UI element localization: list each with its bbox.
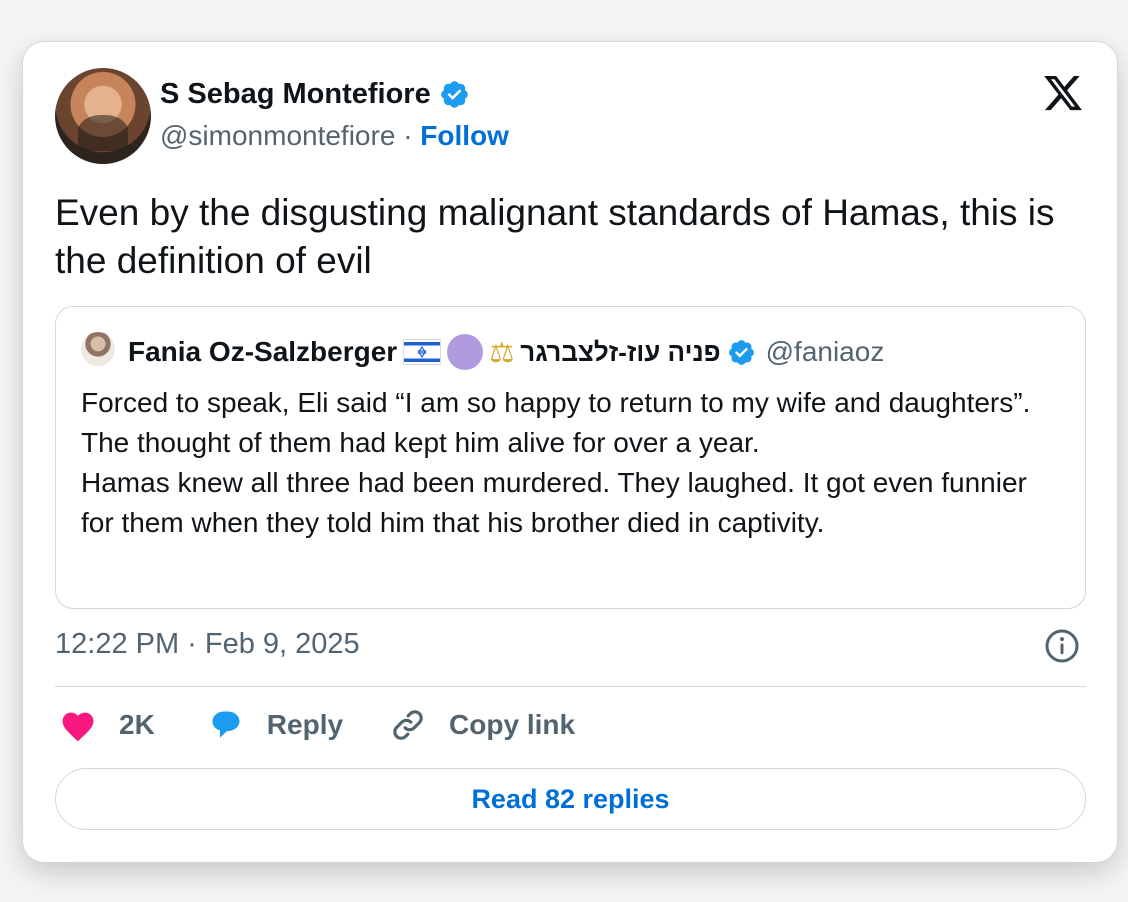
like-count: 2K bbox=[119, 709, 155, 740]
verified-badge-icon bbox=[440, 81, 468, 108]
reply-bubble-icon bbox=[212, 711, 240, 738]
reply-label: Reply bbox=[266, 709, 344, 740]
purple-circle-icon bbox=[447, 334, 484, 370]
link-icon bbox=[393, 710, 423, 740]
handle-separator: · bbox=[403, 120, 413, 151]
quoted-tweet-text: Forced to speak, Eli said “I am so happy… bbox=[81, 387, 1031, 538]
read-replies-button[interactable]: Read 82 replies bbox=[55, 768, 1086, 830]
divider bbox=[55, 686, 1086, 687]
author-handle[interactable]: @simonmontefiore bbox=[160, 120, 395, 151]
action-bar: 2K Reply Copy link bbox=[59, 706, 575, 744]
author-name[interactable]: S Sebag Montefiore bbox=[160, 78, 431, 111]
tweet-text: Even by the disgusting malignant standar… bbox=[55, 192, 1055, 281]
copy-link-button[interactable]: Copy link bbox=[389, 706, 575, 744]
quoted-author-hebrew-name: פניה עוז-זלצברגר bbox=[520, 336, 721, 367]
scales-icon: ⚖ bbox=[489, 336, 515, 368]
author-name-row: S Sebag Montefiore bbox=[160, 78, 470, 111]
tweet-timestamp[interactable]: 12:22 PM · Feb 9, 2025 bbox=[55, 628, 360, 661]
follow-button[interactable]: Follow bbox=[420, 120, 509, 151]
embedded-tweet-card: S Sebag Montefiore @simonmontefiore · Fo… bbox=[22, 41, 1118, 863]
author-handle-row: @simonmontefiore · Follow bbox=[160, 120, 509, 152]
info-icon[interactable] bbox=[1044, 628, 1080, 664]
quoted-author-avatar[interactable] bbox=[81, 332, 115, 366]
reply-button[interactable]: Reply bbox=[207, 707, 343, 743]
israel-flag-icon bbox=[403, 339, 442, 365]
x-logo-icon[interactable] bbox=[1041, 72, 1085, 114]
copy-link-label: Copy link bbox=[449, 709, 576, 740]
heart-icon bbox=[62, 712, 94, 742]
quoted-author-handle[interactable]: @faniaoz bbox=[766, 336, 885, 368]
verified-badge-icon bbox=[728, 339, 754, 365]
quoted-tweet[interactable]: Fania Oz-Salzberger ⚖ פניה עוז-זלצברגר @… bbox=[55, 306, 1086, 609]
author-avatar[interactable] bbox=[55, 68, 151, 164]
like-button[interactable]: 2K bbox=[59, 708, 155, 742]
quoted-author-name[interactable]: Fania Oz-Salzberger bbox=[128, 336, 397, 368]
quoted-author-row: Fania Oz-Salzberger ⚖ פניה עוז-זלצברגר @… bbox=[128, 334, 884, 370]
